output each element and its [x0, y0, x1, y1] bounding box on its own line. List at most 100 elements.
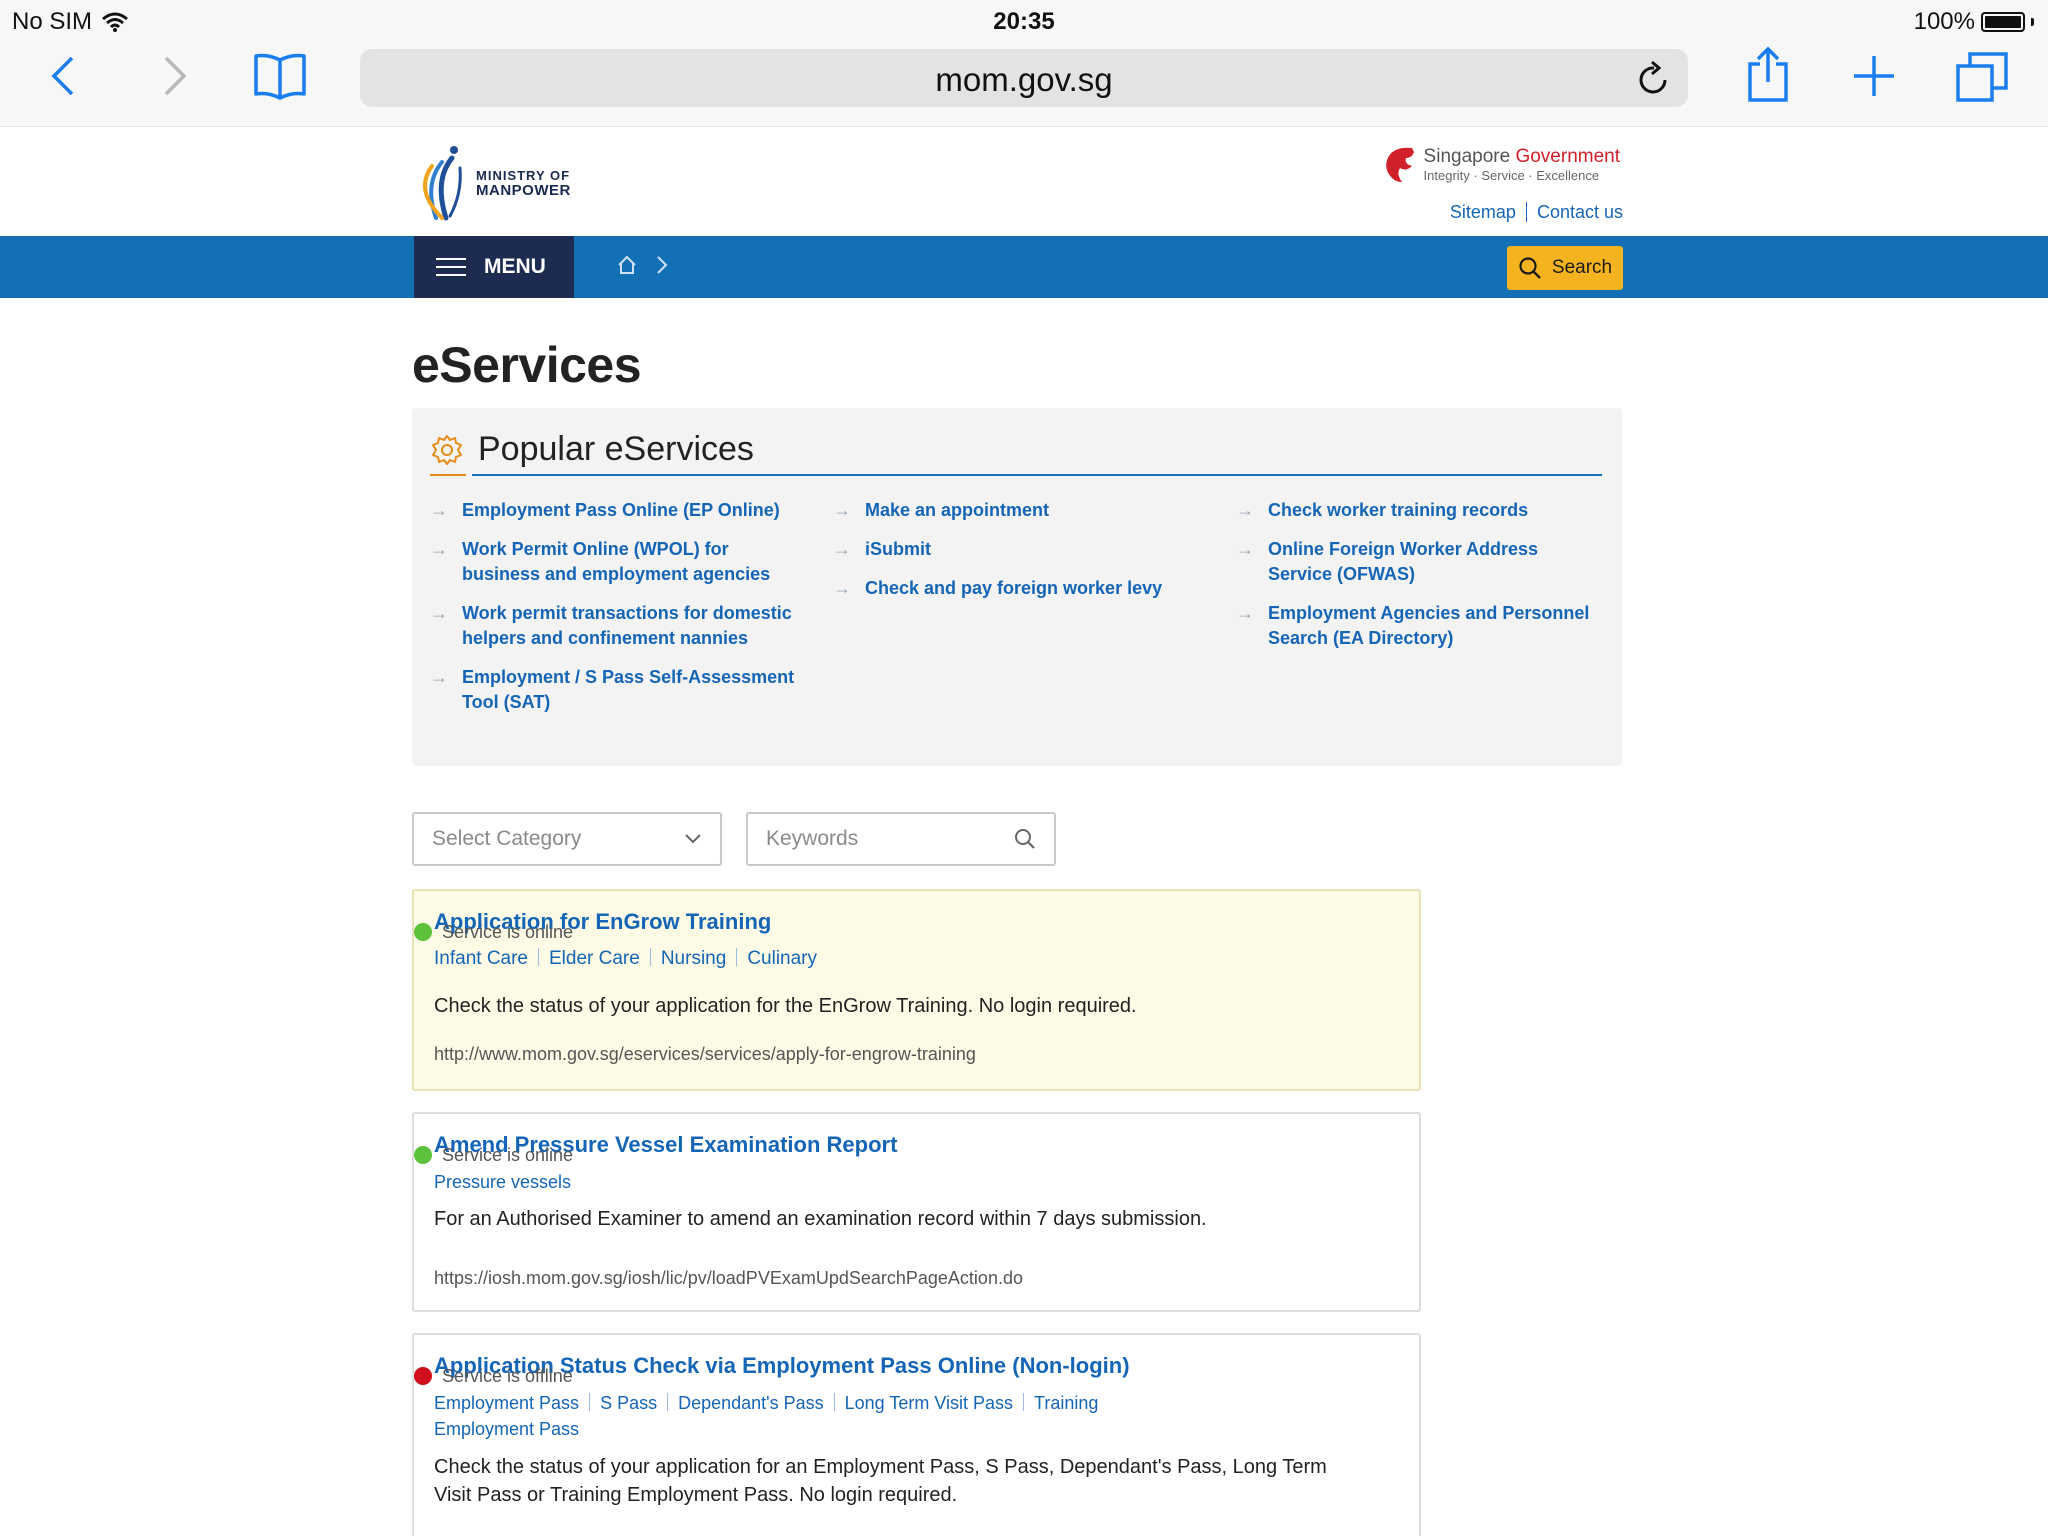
sitemap-link[interactable]: Sitemap — [1450, 202, 1516, 223]
popular-column-2: → Make an appointment → iSubmit → Check and… — [833, 498, 1203, 615]
service-tags: Infant Care Elder Care Nursing Culinary — [434, 946, 823, 972]
service-description: Check the status of your application for… — [434, 1456, 1327, 1506]
popular-column-1: → Employment Pass Online (EP Online) → Wor… — [430, 498, 800, 729]
service-tags: Pressure vessels — [434, 1169, 577, 1195]
search-icon[interactable] — [1014, 828, 1036, 850]
service-description: For an Authorised Examiner to amend an e… — [434, 1208, 1207, 1230]
status-bar: No SIM 20:35 100% — [0, 0, 2048, 42]
status-dot — [414, 923, 432, 941]
mom-emblem-icon — [423, 146, 462, 221]
status-dot — [414, 1146, 432, 1164]
heading-underline — [472, 474, 1602, 476]
reload-button[interactable] — [1638, 60, 1670, 100]
breadcrumb — [616, 254, 668, 276]
arrow-right-icon: → — [833, 539, 851, 559]
tag-link[interactable]: Employment Pass — [434, 1393, 579, 1413]
status-text: Service is online — [442, 921, 574, 942]
gear-icon — [432, 434, 462, 465]
new-tab-button[interactable] — [1852, 54, 1896, 98]
arrow-right-icon: → — [833, 578, 851, 598]
service-card: Application for EnGrow Training Service … — [412, 889, 1421, 1091]
battery-percent: 100% — [1913, 8, 1975, 35]
tag-link[interactable]: Pressure vessels — [434, 1172, 571, 1192]
status-text: Service is offline — [442, 1365, 573, 1386]
mom-logo[interactable]: MINISTRY OF MANPOWER — [412, 144, 571, 222]
clock: 20:35 — [993, 8, 1055, 35]
share-icon — [1748, 46, 1788, 102]
gov-title-a: Singapore — [1423, 145, 1511, 167]
arrow-right-icon: → — [1236, 539, 1254, 559]
popular-eservices-panel: Popular eServices → Employment Pass Onlin… — [412, 408, 1622, 766]
popular-link[interactable]: → Work Permit Online (WPOL) for business … — [430, 537, 800, 587]
arrow-right-icon: → — [430, 603, 448, 623]
search-button[interactable]: Search — [1507, 246, 1623, 290]
contact-us-link[interactable]: Contact us — [1537, 202, 1623, 223]
battery-icon — [1981, 12, 2025, 32]
battery: 100% — [1914, 8, 2034, 36]
tag-link[interactable]: S Pass — [600, 1393, 657, 1413]
popular-link[interactable]: → Make an appointment — [833, 498, 1203, 523]
arrow-right-icon: → — [430, 667, 448, 687]
status-text: Service is online — [442, 1144, 574, 1165]
singapore-government-brand[interactable]: Singapore Government Integrity · Service… — [1382, 144, 1620, 184]
reload-icon — [1639, 60, 1667, 94]
category-placeholder: Select Category — [432, 827, 582, 850]
chevron-left-icon — [51, 56, 74, 96]
tag-link[interactable]: Culinary — [747, 948, 817, 969]
arrow-right-icon: → — [1236, 500, 1254, 520]
popular-link[interactable]: → Online Foreign Worker Address Service (… — [1236, 537, 1606, 587]
status-dot — [414, 1367, 432, 1385]
page-title: eServices — [412, 337, 642, 393]
popular-link[interactable]: → iSubmit — [833, 537, 1203, 562]
logo-line-1: MINISTRY OF — [476, 168, 571, 183]
popular-link[interactable]: → Check worker training records — [1236, 498, 1606, 523]
popular-link[interactable]: → Employment / S Pass Self-Assessment Too… — [430, 665, 800, 715]
logo-line-2: MANPOWER — [476, 182, 571, 199]
filter-bar: Select Category Keywords — [412, 812, 1056, 866]
arrow-right-icon: → — [833, 500, 851, 520]
popular-column-3: → Check worker training records → Online F… — [1236, 498, 1606, 665]
forward-button[interactable] — [162, 54, 188, 98]
site-header: MINISTRY OF MANPOWER Singapore Governmen… — [0, 128, 2048, 236]
chevron-right-icon — [657, 256, 668, 274]
tag-link[interactable]: Long Term Visit Pass — [845, 1393, 1013, 1413]
menu-button[interactable]: MENU — [414, 236, 574, 298]
gov-title-b: Government — [1515, 145, 1620, 167]
service-description: Check the status of your application for… — [434, 995, 1137, 1017]
share-button[interactable] — [1746, 46, 1790, 102]
home-icon[interactable] — [616, 254, 638, 276]
category-select[interactable]: Select Category — [412, 812, 722, 866]
popular-link[interactable]: → Employment Pass Online (EP Online) — [430, 498, 800, 523]
keywords-input[interactable]: Keywords — [746, 812, 1056, 866]
plus-icon — [1854, 56, 1894, 96]
tag-link[interactable]: Nursing — [661, 948, 726, 969]
tabs-button[interactable] — [1956, 52, 2008, 102]
tag-link[interactable]: Dependant's Pass — [678, 1393, 824, 1413]
popular-link[interactable]: → Check and pay foreign worker levy — [833, 576, 1203, 601]
bookmarks-button[interactable] — [252, 52, 308, 100]
popular-heading: Popular eServices — [478, 430, 754, 468]
menu-label: MENU — [484, 255, 546, 278]
divider — [1525, 202, 1527, 222]
gov-tagline: Integrity · Service · Excellence — [1423, 167, 1600, 183]
back-button[interactable] — [50, 54, 76, 98]
tag-link[interactable]: Infant Care — [434, 948, 528, 969]
service-card: Amend Pressure Vessel Examination Report… — [412, 1112, 1421, 1312]
tabs-icon — [1956, 52, 2008, 102]
service-url[interactable]: http://www.mom.gov.sg/eservices/services… — [434, 1044, 976, 1065]
tag-link[interactable]: Elder Care — [549, 948, 640, 969]
main-nav-bar: MENU Search — [0, 236, 2048, 298]
popular-link[interactable]: → Work permit transactions for domestic h… — [430, 601, 800, 651]
address-bar[interactable]: mom.gov.sg — [360, 49, 1688, 107]
browser-chrome: No SIM 20:35 100% mom.gov.sg — [0, 0, 2048, 127]
chevron-down-icon — [685, 834, 701, 844]
popular-link[interactable]: → Employment Agencies and Personnel Searc… — [1236, 601, 1606, 651]
keywords-placeholder: Keywords — [766, 827, 859, 850]
hamburger-icon — [436, 258, 466, 276]
book-icon — [254, 53, 306, 100]
chevron-right-icon — [164, 56, 187, 96]
service-url[interactable]: https://iosh.mom.gov.sg/iosh/lic/pv/load… — [434, 1268, 1023, 1289]
search-label: Search — [1551, 257, 1613, 278]
arrow-right-icon: → — [430, 500, 448, 520]
lion-head-icon — [1385, 147, 1414, 182]
